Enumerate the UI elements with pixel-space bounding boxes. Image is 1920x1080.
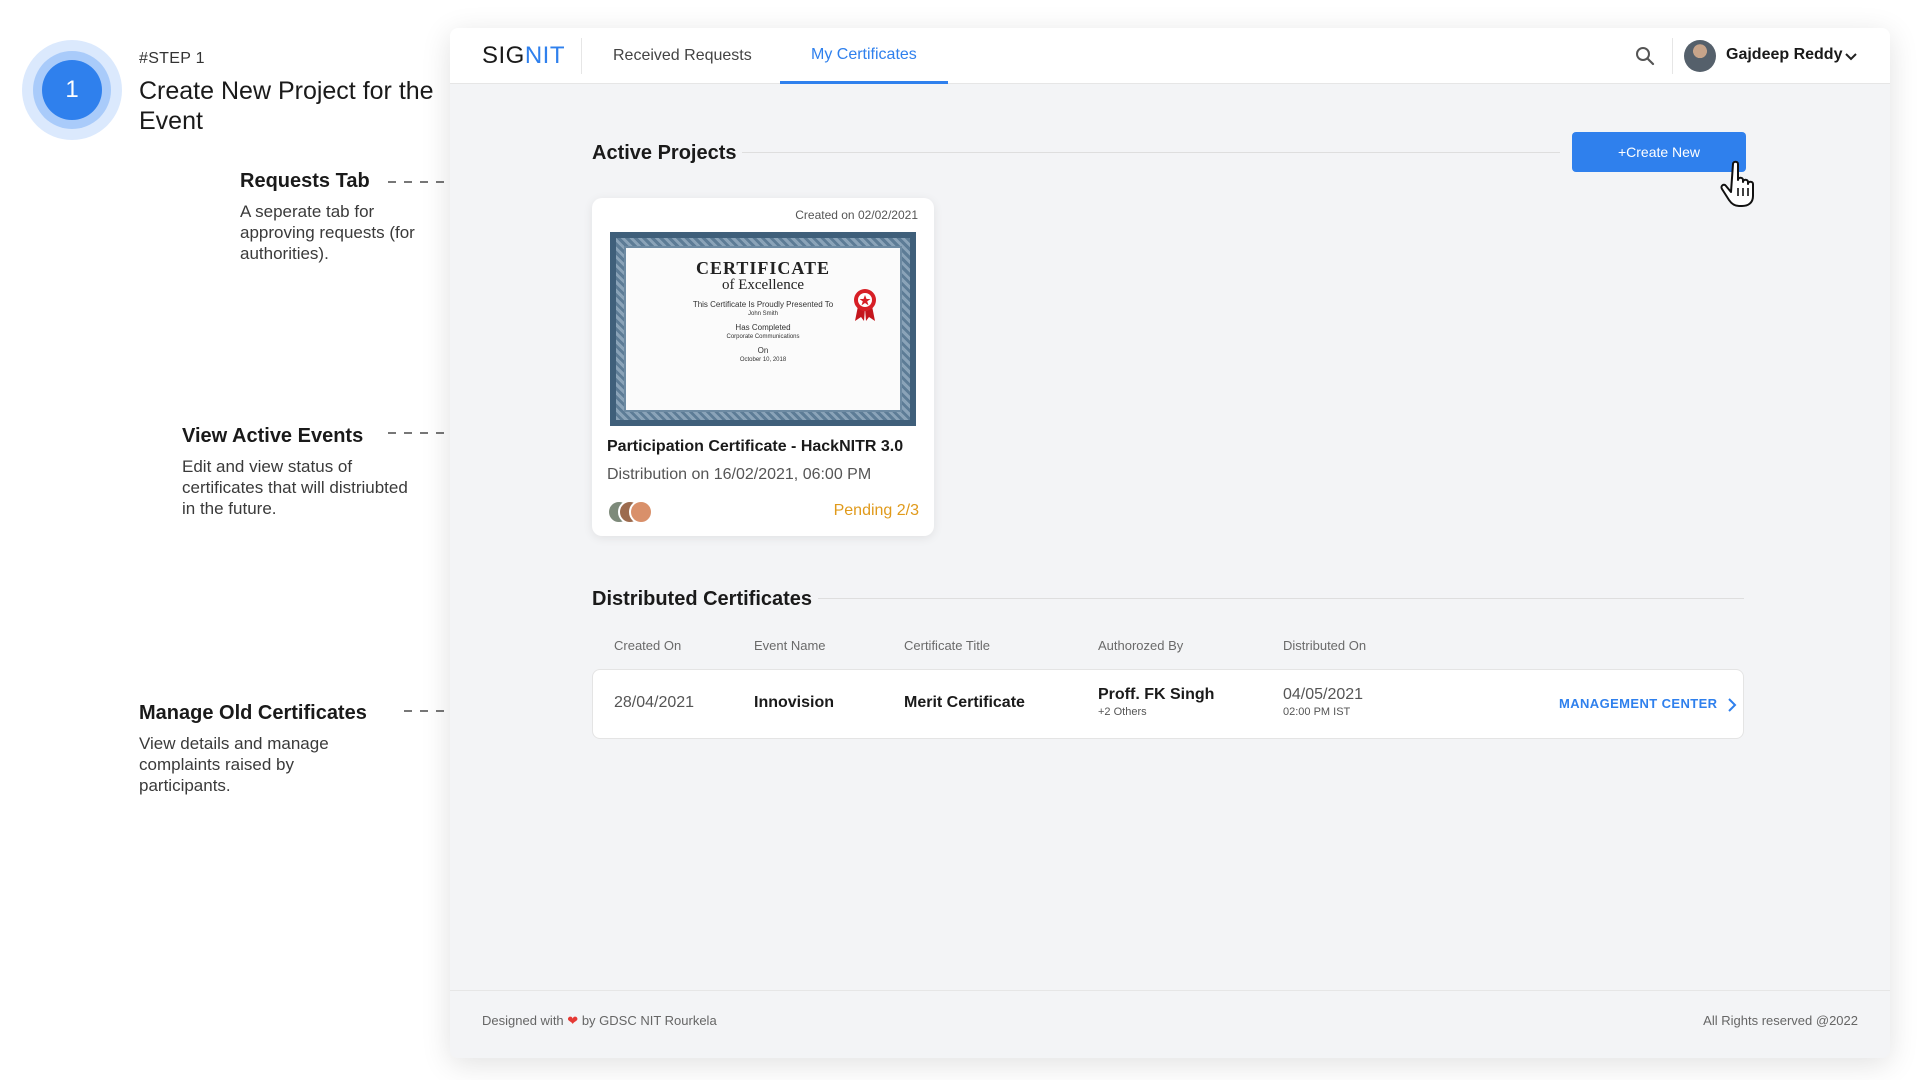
active-project-card[interactable]: Created on 02/02/2021 CERTIFICATE of Exc… — [592, 198, 934, 536]
footer-rights: All Rights reserved @2022 — [1703, 1013, 1858, 1028]
column-header-certificate-title: Certificate Title — [904, 638, 990, 653]
approver-avatars — [607, 500, 655, 524]
row-event-name: Innovision — [754, 694, 834, 711]
tab-my-certificates[interactable]: My Certificates — [780, 28, 948, 84]
divider — [1672, 38, 1673, 74]
footer: Designed with ❤ by GDSC NIT Rourkela All… — [450, 990, 1890, 1058]
distributed-certificates-title: Distributed Certificates — [592, 588, 813, 610]
search-icon[interactable] — [1635, 46, 1655, 66]
tab-received-requests[interactable]: Received Requests — [582, 28, 783, 84]
certificate-course: Corporate Communications — [726, 334, 800, 340]
column-header-authorized-by: Authorozed By — [1098, 638, 1184, 653]
note-active-title: View Active Events — [182, 425, 364, 447]
row-certificate-title: Merit Certificate — [904, 694, 1025, 711]
step-label: #STEP 1 — [139, 50, 205, 67]
award-ribbon-icon — [854, 289, 876, 321]
signit-logo[interactable]: SIGNIT — [482, 42, 565, 70]
step-number: 1 — [42, 60, 102, 120]
management-center-link[interactable]: MANAGEMENT CENTER — [1559, 696, 1717, 711]
card-created-date: Created on 02/02/2021 — [795, 208, 918, 222]
active-projects-title: Active Projects — [592, 142, 737, 164]
note-requests-tab: Requests Tab A seperate tab for approvin… — [240, 170, 440, 264]
certificate-paper: CERTIFICATE of Excellence This Certifica… — [624, 246, 902, 412]
note-old-certificates: Manage Old Certificates View details and… — [139, 702, 379, 796]
step-number-ring: 1 — [33, 51, 111, 129]
footer-credit-b: by GDSC NIT Rourkela — [581, 1013, 717, 1028]
certificate-preview: CERTIFICATE of Excellence This Certifica… — [610, 232, 916, 426]
logo-part-a: SIG — [482, 42, 525, 69]
section-divider — [818, 598, 1744, 599]
step-title: Create New Project for the Event — [139, 77, 434, 135]
chevron-right-icon[interactable] — [1727, 698, 1737, 712]
hand-pointer-icon — [1720, 160, 1754, 207]
note-requests-desc: A seperate tab for approving requests (f… — [240, 202, 415, 263]
certificate-border: CERTIFICATE of Excellence This Certifica… — [616, 238, 910, 420]
certificate-date: October 10, 2018 — [739, 357, 787, 363]
top-navigation-bar: SIGNIT Received Requests My Certificates… — [450, 28, 1890, 84]
row-authorized-extra: +2 Others — [1098, 706, 1147, 718]
row-created-on: 28/04/2021 — [614, 694, 695, 711]
note-active-events: View Active Events Edit and view status … — [182, 425, 422, 519]
row-distributed-date: 04/05/2021 — [1283, 686, 1364, 703]
certificate-on: On — [757, 346, 769, 355]
certificate-completed: Has Completed — [735, 323, 791, 332]
row-distributed-time: 02:00 PM IST — [1283, 706, 1351, 718]
logo-part-b: NIT — [524, 42, 566, 69]
note-active-desc: Edit and view status of certificates tha… — [182, 457, 408, 518]
note-requests-title: Requests Tab — [240, 170, 370, 192]
section-divider — [742, 152, 1560, 153]
row-authorized-by: Proff. FK Singh — [1098, 686, 1215, 703]
app-window: SIGNIT Received Requests My Certificates… — [450, 28, 1890, 1058]
column-header-event-name: Event Name — [754, 638, 826, 653]
card-distribution: Distribution on 16/02/2021, 06:00 PM — [607, 466, 872, 483]
certificate-heading: CERTIFICATE — [695, 258, 831, 278]
status-badge: Pending 2/3 — [833, 502, 919, 519]
footer-credit-a: Designed with — [482, 1013, 564, 1028]
chevron-down-icon[interactable] — [1844, 50, 1858, 64]
card-title: Participation Certificate - HackNITR 3.0 — [607, 438, 904, 455]
column-header-distributed-on: Distributed On — [1283, 638, 1367, 653]
footer-credit: Designed with ❤ by GDSC NIT Rourkela — [482, 1013, 717, 1029]
step-number-badge: 1 — [22, 40, 122, 140]
note-old-desc: View details and manage complaints raise… — [139, 734, 329, 795]
avatar — [629, 500, 653, 524]
column-header-created-on: Created On — [614, 638, 682, 653]
table-row[interactable]: 28/04/2021 Innovision Merit Certificate … — [592, 669, 1744, 739]
heart-icon: ❤ — [567, 1013, 579, 1028]
avatar[interactable] — [1684, 40, 1716, 72]
user-name[interactable]: Gajdeep Reddy — [1726, 46, 1842, 64]
note-old-title: Manage Old Certificates — [139, 702, 367, 724]
